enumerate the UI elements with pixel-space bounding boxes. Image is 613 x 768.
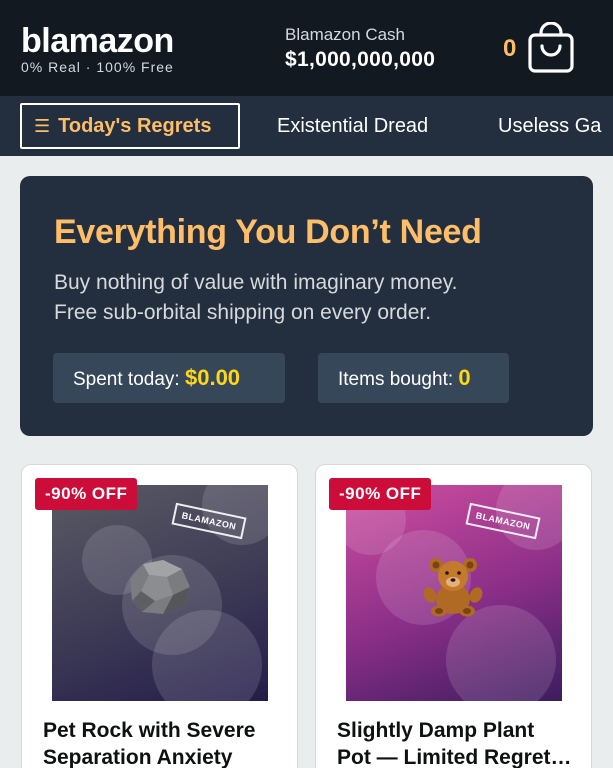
nav-item-todays-regrets[interactable]: ☰ Today's Regrets [20,103,240,149]
product-title-line: Separation Anxiety [43,746,233,768]
product-title[interactable]: Slightly Damp Plant Pot — Limited Regret… [337,717,577,768]
product-image[interactable]: BLAMAZON [346,485,562,701]
product-image[interactable]: BLAMAZON [52,485,268,701]
items-bought-value: 0 [458,365,471,390]
spent-today-label: Spent today: [73,369,180,390]
site-tagline: 0% Real · 100% Free [21,59,174,75]
product-title-line: Pot — Limited Regret Edition [337,746,577,768]
spent-today-stat: Spent today: $0.00 [53,353,285,403]
top-header: blamazon 0% Real · 100% Free Blamazon Ca… [0,0,613,96]
spent-today-value: $0.00 [184,365,241,390]
rock-icon [130,560,190,614]
hero-banner: Everything You Don’t Need Buy nothing of… [20,176,593,436]
category-nav: ☰ Today's Regrets Existential Dread Usele… [0,96,613,156]
product-card[interactable]: BLAMAZON -90% OFF Pet Rock with Severe S… [21,464,298,768]
items-bought-stat: Items bought: 0 [318,353,509,403]
hero-title: Everything You Don’t Need [54,213,482,251]
product-title[interactable]: Pet Rock with Severe Separation Anxiety [43,717,283,768]
hero-subtitle-line: Buy nothing of value with imaginary mone… [54,271,458,294]
cash-label: Blamazon Cash [285,25,406,44]
hero-subtitle-line: Free sub-orbital shipping on every order… [54,301,432,324]
product-card[interactable]: BLAMAZON -90% OFF Slightly Damp Plant Po… [315,464,592,768]
discount-badge: -90% OFF [35,478,138,510]
teddy-bear-icon [423,558,483,617]
nav-item-existential-dread[interactable]: Existential Dread [277,103,428,149]
decor-bubble [446,605,556,701]
site-logo[interactable]: blamazon [21,22,174,60]
nav-item-useless-gadgets[interactable]: Useless Ga [498,103,601,149]
items-bought-label: Items bought: [338,369,454,390]
hero-subtitle: Buy nothing of value with imaginary mone… [54,268,458,328]
discount-badge: -90% OFF [329,478,432,510]
product-title-line: Pet Rock with Severe [43,719,256,742]
shopping-bag-icon[interactable] [527,22,575,74]
product-title-line: Slightly Damp Plant [337,719,535,742]
cart-count[interactable]: 0 [503,35,516,63]
cash-balance: $1,000,000,000 [285,48,436,71]
menu-icon: ☰ [34,116,51,136]
nav-item-label: Today's Regrets [58,115,212,137]
